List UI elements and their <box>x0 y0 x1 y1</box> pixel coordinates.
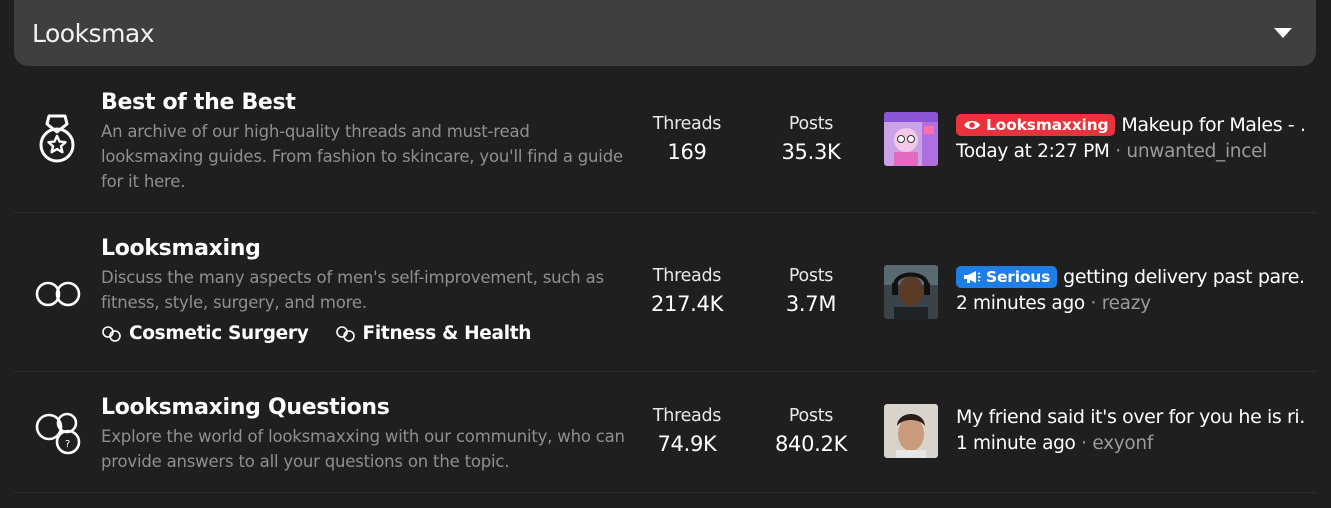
latest-post-title[interactable]: Looksmaxxing Makeup for Males - ... <box>956 114 1306 136</box>
latest-post-time[interactable]: 1 minute ago <box>956 433 1076 454</box>
threads-count: 217.4K <box>650 292 724 316</box>
eye-icon <box>964 120 980 130</box>
linked-rings-icon <box>35 281 81 307</box>
latest-post-user[interactable]: reazy <box>1102 293 1151 314</box>
forum-description: An archive of our high-quality threads a… <box>101 122 623 191</box>
latest-post-title[interactable]: My friend said it's over for you he is r… <box>956 406 1306 428</box>
category-title: Looksmax <box>32 19 155 48</box>
forum-title[interactable]: Best of the Best <box>101 90 296 115</box>
latest-post: Serious getting delivery past pare... 2 … <box>956 266 1306 314</box>
latest-post-avatar[interactable] <box>884 112 938 166</box>
latest-post-meta: 1 minute ago · exyonf <box>956 433 1306 454</box>
subforum-link[interactable]: Fitness & Health <box>335 323 532 344</box>
posts-stat: Posts 840.2K <box>756 406 866 456</box>
threads-label: Threads <box>652 406 722 426</box>
prefix-label: Serious <box>986 268 1051 286</box>
forum-row: ? Looksmaxing Questions Explore the worl… <box>14 372 1316 493</box>
meta-separator: · <box>1115 141 1121 162</box>
latest-post-user[interactable]: exyonf <box>1092 433 1153 454</box>
question-bubbles-icon: ? <box>35 412 81 455</box>
latest-post: My friend said it's over for you he is r… <box>956 406 1306 454</box>
prefix-badge[interactable]: Looksmaxxing <box>956 114 1116 136</box>
meta-separator: · <box>1081 433 1087 454</box>
latest-post-avatar[interactable] <box>884 404 938 458</box>
latest-post-title[interactable]: Serious getting delivery past pare... <box>956 266 1306 288</box>
forum-description: Discuss the many aspects of men's self-i… <box>101 268 604 312</box>
subforum-icon <box>102 325 121 342</box>
posts-count: 840.2K <box>774 432 848 456</box>
latest-post: Looksmaxxing Makeup for Males - ... Toda… <box>956 114 1306 162</box>
latest-post-title-text: getting delivery past pare... <box>1063 266 1306 288</box>
latest-post-meta: Today at 2:27 PM · unwanted_incel <box>956 141 1306 162</box>
collapse-caret-icon[interactable] <box>1274 28 1292 38</box>
posts-count: 35.3K <box>781 140 841 164</box>
latest-post-title-text: My friend said it's over for you he is r… <box>956 406 1306 428</box>
forum-description: Explore the world of looksmaxxing with o… <box>101 427 625 471</box>
posts-count: 3.7M <box>785 292 837 316</box>
threads-label: Threads <box>652 266 722 286</box>
award-medal-icon <box>39 114 75 163</box>
latest-post-time[interactable]: Today at 2:27 PM <box>956 141 1110 162</box>
subforum-link[interactable]: Cosmetic Surgery <box>101 323 309 344</box>
threads-count: 169 <box>667 140 707 164</box>
subforum-list: Cosmetic Surgery Fitness & Health <box>101 323 531 344</box>
subforum-icon <box>335 325 355 342</box>
posts-label: Posts <box>788 406 834 426</box>
forum-row: Looksmaxing Discuss the many aspects of … <box>14 213 1316 372</box>
posts-label: Posts <box>788 266 834 286</box>
forum-title[interactable]: Looksmaxing <box>101 236 261 261</box>
forum-title[interactable]: Looksmaxing Questions <box>101 395 390 420</box>
posts-stat: Posts 3.7M <box>756 266 866 316</box>
prefix-label: Looksmaxxing <box>986 116 1109 134</box>
posts-label: Posts <box>788 114 834 134</box>
threads-stat: Threads 217.4K <box>632 266 742 316</box>
latest-post-avatar[interactable] <box>884 265 938 319</box>
subforum-label: Fitness & Health <box>362 323 532 344</box>
megaphone-icon <box>964 271 981 283</box>
latest-post-title-text: Makeup for Males - ... <box>1121 114 1306 136</box>
threads-stat: Threads 169 <box>632 114 742 164</box>
subforum-label: Cosmetic Surgery <box>129 323 309 344</box>
posts-stat: Posts 35.3K <box>756 114 866 164</box>
threads-count: 74.9K <box>657 432 717 456</box>
latest-post-user[interactable]: unwanted_incel <box>1126 141 1267 162</box>
latest-post-meta: 2 minutes ago · reazy <box>956 293 1306 314</box>
threads-stat: Threads 74.9K <box>632 406 742 456</box>
svg-text:?: ? <box>65 439 70 450</box>
category-header[interactable]: Looksmax <box>14 0 1316 66</box>
latest-post-time[interactable]: 2 minutes ago <box>956 293 1085 314</box>
meta-separator: · <box>1090 293 1097 314</box>
threads-label: Threads <box>652 114 722 134</box>
forum-row: Best of the Best An archive of our high-… <box>14 66 1316 213</box>
prefix-badge[interactable]: Serious <box>956 266 1058 288</box>
